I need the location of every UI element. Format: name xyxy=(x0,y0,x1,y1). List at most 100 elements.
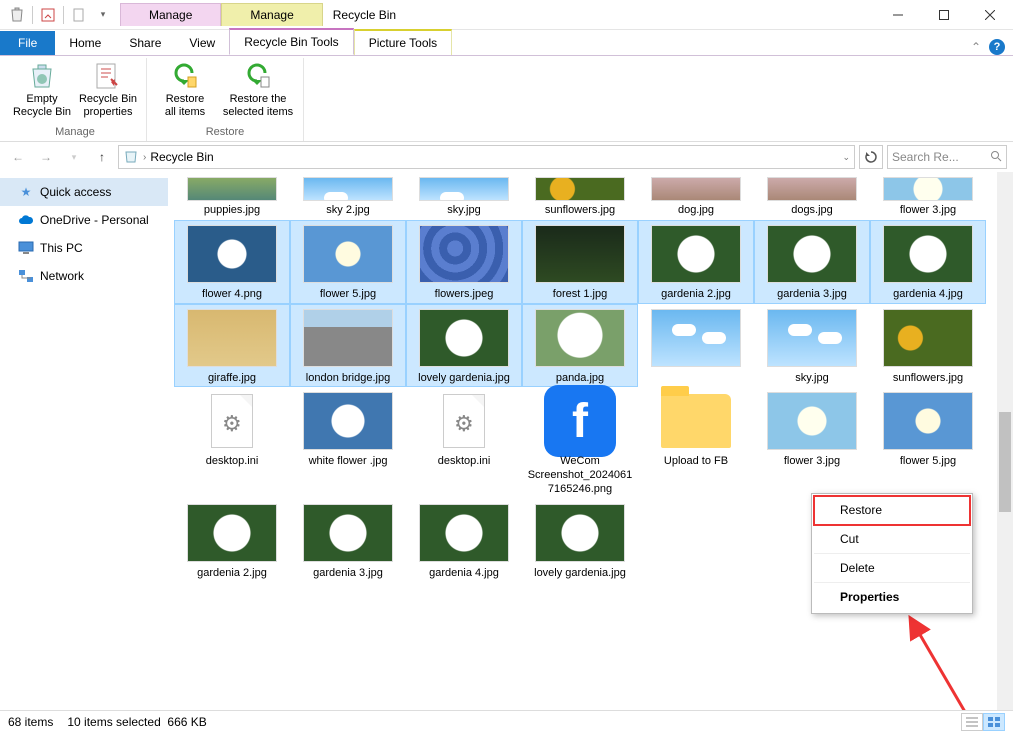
file-list[interactable]: puppies.jpg sky 2.jpg sky.jpg sunflowers.jp… xyxy=(168,172,997,710)
qat-dropdown-icon[interactable]: ▾ xyxy=(92,4,114,26)
file-name: lovely gardenia.jpg xyxy=(534,567,626,581)
group-restore: Restore all items Restore the selected i… xyxy=(147,58,304,141)
tab-picture-tools[interactable]: Picture Tools xyxy=(354,29,452,55)
file-item[interactable]: dog.jpg xyxy=(638,174,754,220)
restore-selected-items-button[interactable]: Restore the selected items xyxy=(219,58,297,124)
file-item[interactable]: flower 3.jpg xyxy=(870,174,986,220)
file-item[interactable]: gardenia 4.jpg xyxy=(406,499,522,583)
chevron-right-icon[interactable]: › xyxy=(143,152,146,163)
file-name: panda.jpg xyxy=(556,372,604,386)
sidebar-item-onedrive[interactable]: OneDrive - Personal xyxy=(0,206,168,234)
search-placeholder: Search Re... xyxy=(892,150,959,164)
file-name: sky 2.jpg xyxy=(326,204,369,218)
help-icon[interactable]: ? xyxy=(989,39,1005,55)
menu-item-delete[interactable]: Delete xyxy=(814,554,970,583)
sidebar-item-quick-access[interactable]: ★ Quick access xyxy=(0,178,168,206)
context-tab-picture[interactable]: Manage xyxy=(221,3,322,26)
tab-share[interactable]: Share xyxy=(115,31,175,55)
maximize-button[interactable] xyxy=(921,0,967,30)
star-icon: ★ xyxy=(18,184,34,200)
view-details-button[interactable] xyxy=(961,713,983,731)
file-item[interactable]: flowers.jpeg xyxy=(406,220,522,304)
status-bar: 68 items 10 items selected 666 KB xyxy=(0,710,1013,733)
context-menu: Restore Cut Delete Properties xyxy=(811,493,973,614)
pc-icon xyxy=(18,240,34,256)
annotation-arrow xyxy=(901,615,997,710)
file-item[interactable]: forest 1.jpg xyxy=(522,220,638,304)
file-thumbnail xyxy=(184,176,280,202)
empty-recycle-bin-icon xyxy=(26,60,58,92)
nav-recent-dropdown[interactable]: ▾ xyxy=(62,145,86,169)
nav-forward-button[interactable]: → xyxy=(34,145,58,169)
recycle-bin-properties-button[interactable]: Recycle Bin properties xyxy=(76,58,140,124)
nav-back-button[interactable]: ← xyxy=(6,145,30,169)
cloud-icon xyxy=(18,212,34,228)
file-item[interactable]: gardenia 3.jpg xyxy=(754,220,870,304)
properties-icon[interactable] xyxy=(37,4,59,26)
menu-item-properties[interactable]: Properties xyxy=(814,583,970,611)
file-item[interactable]: white flower .jpg xyxy=(290,387,406,498)
file-thumbnail xyxy=(880,306,976,370)
minimize-button[interactable] xyxy=(875,0,921,30)
file-item[interactable]: sky.jpg xyxy=(406,174,522,220)
file-item[interactable]: dogs.jpg xyxy=(754,174,870,220)
empty-recycle-bin-button[interactable]: Empty Recycle Bin xyxy=(10,58,74,124)
sidebar-item-network[interactable]: Network xyxy=(0,262,168,290)
file-thumbnail xyxy=(184,306,280,370)
file-name: sky.jpg xyxy=(795,372,828,386)
close-button[interactable] xyxy=(967,0,1013,30)
file-name: gardenia 3.jpg xyxy=(313,567,383,581)
file-item[interactable]: .jpg xyxy=(638,304,754,388)
file-name: gardenia 2.jpg xyxy=(197,567,267,581)
nav-up-button[interactable]: ↑ xyxy=(90,145,114,169)
file-item[interactable]: panda.jpg xyxy=(522,304,638,388)
file-item[interactable]: gardenia 4.jpg xyxy=(870,220,986,304)
file-item[interactable]: flower 3.jpg xyxy=(754,387,870,498)
file-item[interactable]: giraffe.jpg xyxy=(174,304,290,388)
address-dropdown-icon[interactable]: ⌄ xyxy=(842,152,850,163)
sidebar-item-this-pc[interactable]: This PC xyxy=(0,234,168,262)
scrollbar-vertical[interactable] xyxy=(997,172,1013,710)
scrollbar-thumb[interactable] xyxy=(999,412,1011,512)
file-thumbnail xyxy=(300,501,396,565)
file-thumbnail xyxy=(300,306,396,370)
tab-recycle-bin-tools[interactable]: Recycle Bin Tools xyxy=(229,28,354,55)
file-item[interactable]: flower 5.jpg xyxy=(870,387,986,498)
file-item[interactable]: desktop.ini xyxy=(406,387,522,498)
file-item[interactable]: gardenia 2.jpg xyxy=(174,499,290,583)
file-item[interactable]: gardenia 3.jpg xyxy=(290,499,406,583)
new-item-icon[interactable] xyxy=(68,4,90,26)
file-item[interactable]: sunflowers.jpg xyxy=(522,174,638,220)
menu-item-restore[interactable]: Restore xyxy=(814,496,970,525)
file-item[interactable]: sky.jpg xyxy=(754,304,870,388)
file-item[interactable]: london bridge.jpg xyxy=(290,304,406,388)
file-item[interactable]: sunflowers.jpg xyxy=(870,304,986,388)
tab-view[interactable]: View xyxy=(175,31,229,55)
search-box[interactable]: Search Re... xyxy=(887,145,1007,169)
file-name: flower 3.jpg xyxy=(900,204,956,218)
view-icons-button[interactable] xyxy=(983,713,1005,731)
network-icon xyxy=(18,268,34,284)
collapse-ribbon-icon[interactable]: ⌃ xyxy=(971,40,981,54)
file-item[interactable]: fWeCom Screenshot_20240617165246.png xyxy=(522,387,638,498)
refresh-button[interactable] xyxy=(859,145,883,169)
file-name: giraffe.jpg xyxy=(208,372,256,386)
file-item[interactable]: flower 5.jpg xyxy=(290,220,406,304)
file-item[interactable]: puppies.jpg xyxy=(174,174,290,220)
menu-item-cut[interactable]: Cut xyxy=(814,525,970,554)
file-item[interactable]: gardenia 2.jpg xyxy=(638,220,754,304)
file-name: gardenia 3.jpg xyxy=(777,288,847,302)
file-item[interactable]: desktop.ini xyxy=(174,387,290,498)
file-item[interactable]: Upload to FB xyxy=(638,387,754,498)
file-item[interactable]: lovely gardenia.jpg xyxy=(522,499,638,583)
file-item[interactable]: sky 2.jpg xyxy=(290,174,406,220)
tab-home[interactable]: Home xyxy=(55,31,115,55)
restore-all-items-button[interactable]: Restore all items xyxy=(153,58,217,124)
file-name: sky.jpg xyxy=(447,204,480,218)
tab-file[interactable]: File xyxy=(0,31,55,55)
address-box[interactable]: › Recycle Bin ⌄ xyxy=(118,145,855,169)
file-item[interactable]: lovely gardenia.jpg xyxy=(406,304,522,388)
file-thumbnail xyxy=(648,222,744,286)
context-tab-recycle[interactable]: Manage xyxy=(120,3,221,26)
file-item[interactable]: flower 4.png xyxy=(174,220,290,304)
